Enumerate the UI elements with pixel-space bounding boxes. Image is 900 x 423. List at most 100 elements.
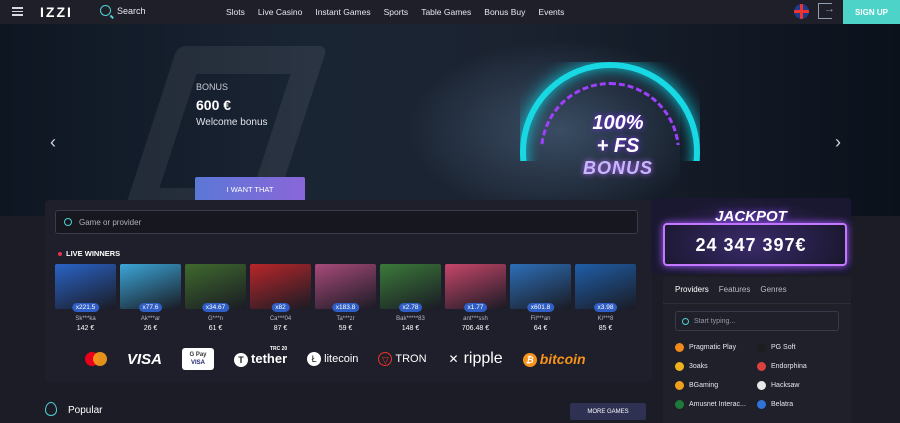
tab-providers[interactable]: Providers	[675, 285, 709, 294]
game-search-placeholder: Game or provider	[79, 217, 142, 227]
jackpot-widget[interactable]: JACKPOT 24 347 397€	[651, 198, 851, 274]
mastercard-icon	[85, 352, 107, 366]
nav-slots[interactable]: Slots	[226, 7, 245, 17]
winner-card[interactable]: x183.8 Ta***zr 59 €	[315, 264, 376, 334]
search-button[interactable]: Search	[100, 5, 146, 16]
provider-logo-icon	[757, 361, 766, 371]
signup-button[interactable]: SIGN UP	[843, 0, 900, 24]
provider-item[interactable]: Pragmatic Play	[675, 341, 757, 353]
winner-amount: 26 €	[143, 325, 158, 332]
bitcoin-logo: ₿ bitcoin	[522, 351, 586, 368]
winner-amount: 61 €	[208, 325, 223, 332]
menu-icon[interactable]	[12, 7, 23, 16]
winner-amount: 706.48 €	[461, 325, 490, 332]
winner-name: Sk***ka	[75, 316, 96, 322]
chevron-right-icon[interactable]: ›	[835, 133, 845, 151]
multiplier-badge: x34.67	[201, 303, 230, 312]
winner-name: G***n	[207, 316, 223, 322]
provider-item[interactable]: 3oaks	[675, 360, 757, 372]
login-icon[interactable]	[818, 3, 835, 19]
multiplier-badge: x2.78	[398, 303, 423, 312]
provider-list: Pragmatic Play PG Soft 3oaks Endorphina BGam…	[675, 341, 845, 410]
multiplier-badge: x82	[271, 303, 290, 312]
divider	[663, 303, 851, 304]
search-icon	[100, 5, 111, 16]
multiplier-badge: x183.8	[331, 303, 360, 312]
nav-table-games[interactable]: Table Games	[421, 7, 471, 17]
chevron-left-icon[interactable]: ‹	[50, 133, 60, 151]
search-icon	[682, 317, 689, 325]
winner-card[interactable]: x221.5 Sk***ka 142 €	[55, 264, 116, 334]
winner-card[interactable]: x2.78 Bak*****83 148 €	[380, 264, 441, 334]
bonus-art-text: 100% + FS BONUS	[582, 112, 653, 178]
winner-amount: 59 €	[338, 325, 353, 332]
nav-sports[interactable]: Sports	[384, 7, 409, 17]
tron-logo: ▽ TRON	[378, 352, 427, 366]
provider-name: Amusnet Interac...	[689, 400, 746, 408]
litecoin-logo: Łlitecoin	[307, 352, 358, 366]
top-header: IZZI Search Slots Live Casino Instant Ga…	[0, 0, 900, 24]
logo[interactable]: IZZI	[40, 4, 73, 20]
provider-logo-icon	[675, 380, 684, 390]
game-search-input[interactable]: Game or provider	[55, 210, 638, 234]
winner-card[interactable]: x3.98 Ki***8 85 €	[575, 264, 636, 334]
winner-name: Bak*****83	[396, 316, 425, 322]
provider-name: PG Soft	[771, 343, 796, 351]
winner-card[interactable]: x601.8 Fil***an 64 €	[510, 264, 571, 334]
provider-name: Endorphina	[771, 362, 807, 370]
provider-name: BGaming	[689, 381, 719, 389]
winner-card[interactable]: x34.67 G***n 61 €	[185, 264, 246, 334]
nav-bonus-buy[interactable]: Bonus Buy	[484, 7, 525, 17]
multiplier-badge: x221.5	[71, 303, 100, 312]
provider-item[interactable]: Hacksaw	[757, 379, 839, 391]
popular-heading: Popular	[68, 405, 103, 416]
provider-item[interactable]: PG Soft	[757, 341, 839, 353]
winner-card[interactable]: x1.77 ant***ssh 706.48 €	[445, 264, 506, 334]
winner-name: Ta***zr	[336, 316, 355, 322]
flame-icon	[45, 402, 57, 416]
payment-methods: VISA G Pay VISA Ttether TRC 20 Łlitecoin …	[85, 346, 586, 370]
winner-card[interactable]: x77.6 Ak***ar 26 €	[120, 264, 181, 334]
hero-text: BONUS 600 € Welcome bonus	[196, 82, 268, 128]
tether-logo: Ttether TRC 20	[234, 346, 287, 367]
nav-instant-games[interactable]: Instant Games	[315, 7, 370, 17]
provider-item[interactable]: BGaming	[675, 379, 757, 391]
tether-icon: T	[234, 352, 249, 367]
provider-item[interactable]: Endorphina	[757, 360, 839, 372]
claim-bonus-button[interactable]: I WANT THAT	[195, 177, 305, 201]
provider-name: Pragmatic Play	[689, 343, 737, 351]
winner-amount: 142 €	[76, 325, 95, 332]
nav-live-casino[interactable]: Live Casino	[258, 7, 302, 17]
hero-label: BONUS	[196, 82, 229, 92]
winner-name: Ki***8	[597, 316, 614, 322]
winner-card[interactable]: x82 Ca***04 87 €	[250, 264, 311, 334]
winner-amount: 148 €	[401, 325, 420, 332]
hero-subtitle: Welcome bonus	[196, 117, 268, 128]
provider-search-placeholder: Start typing...	[694, 317, 736, 325]
live-winners-list: x221.5 Sk***ka 142 € x77.6 Ak***ar 26 € x34.67…	[55, 264, 636, 334]
live-winners-heading: LIVE WINNERS	[58, 249, 120, 258]
main-nav: Slots Live Casino Instant Games Sports T…	[226, 7, 564, 17]
tab-features[interactable]: Features	[719, 285, 751, 294]
winner-name: ant***ssh	[463, 316, 488, 322]
nav-events[interactable]: Events	[538, 7, 564, 17]
multiplier-badge: x3.98	[593, 303, 618, 312]
provider-logo-icon	[757, 342, 766, 352]
language-flag-icon[interactable]	[794, 4, 809, 19]
provider-item[interactable]: Belatra	[757, 398, 839, 410]
provider-item[interactable]: Amusnet Interac...	[675, 398, 757, 410]
multiplier-badge: x77.6	[138, 303, 163, 312]
search-icon	[64, 218, 72, 226]
tab-genres[interactable]: Genres	[760, 285, 786, 294]
winner-amount: 64 €	[533, 325, 548, 332]
winner-name: Fil***an	[530, 316, 551, 322]
provider-search-input[interactable]: Start typing...	[675, 311, 839, 331]
live-dot-icon	[58, 251, 62, 256]
provider-name: 3oaks	[689, 362, 708, 370]
multiplier-badge: x1.77	[463, 303, 488, 312]
winner-name: Ca***04	[269, 316, 292, 322]
more-games-button[interactable]: MORE GAMES	[570, 403, 646, 420]
provider-logo-icon	[675, 361, 684, 371]
visa-logo: VISA	[127, 350, 163, 368]
provider-name: Belatra	[771, 400, 794, 408]
